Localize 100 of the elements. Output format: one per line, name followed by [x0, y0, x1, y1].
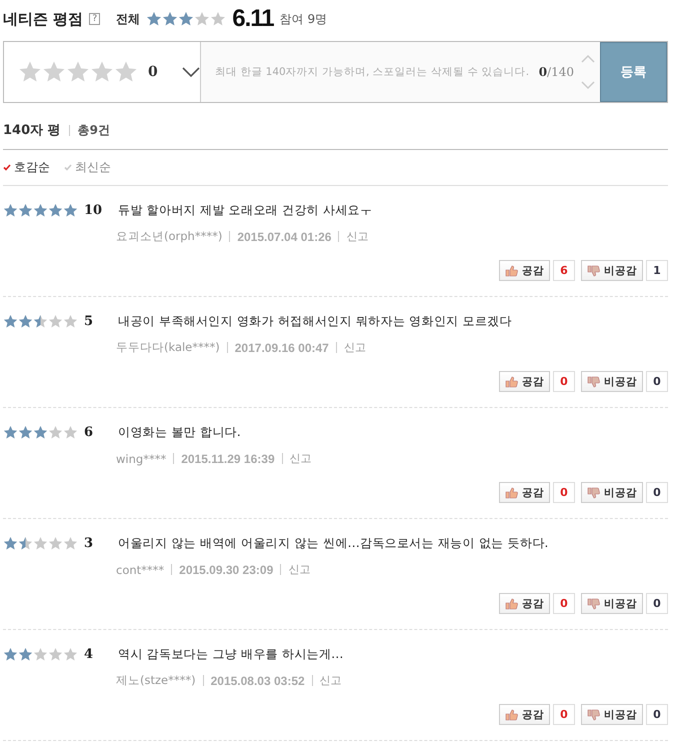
review-text: 듀발 할아버지 제발 오래오래 건강히 사세요ㅜ [118, 202, 372, 219]
total-count: 총9건 [78, 122, 110, 138]
dislike-button[interactable]: 비공감 [581, 371, 643, 392]
dislike-button[interactable]: 비공감 [581, 260, 643, 281]
author-name: 제노(stze****) [116, 673, 196, 688]
review-text: 이영화는 볼만 합니다. [118, 424, 242, 441]
star-icon [18, 536, 33, 551]
review-score: 3 [83, 536, 94, 551]
dislike-count: 0 [646, 593, 668, 614]
star-icon [178, 11, 194, 27]
star-icon [48, 647, 63, 662]
star-icon [33, 647, 48, 662]
star-icon [90, 60, 114, 84]
star-icon [63, 647, 78, 662]
review-score: 10 [83, 203, 104, 218]
review-date: 2017.09.16 00:47 [234, 340, 329, 354]
like-button[interactable]: 공감 [499, 593, 550, 614]
star-icon [114, 60, 138, 84]
review-text: 역시 감독보다는 그냥 배우를 하시는게... [118, 646, 344, 663]
star-icon [3, 425, 18, 440]
dislike-count: 1 [646, 260, 668, 281]
section-label: 140자 평 [3, 122, 61, 139]
thumbs-down-icon [587, 598, 600, 610]
star-icon [66, 60, 90, 84]
review-score: 4 [83, 647, 94, 662]
review-input[interactable]: 최대 한글 140자까지 가능하며, 스포일러는 삭제될 수 있습니다. [213, 65, 539, 79]
like-count: 6 [553, 260, 575, 281]
thumbs-down-icon [587, 376, 600, 388]
star-icon [63, 425, 78, 440]
review-text: 내공이 부족해서인지 영화가 허접해서인지 뭐하자는 영화인지 모르겠다 [118, 313, 512, 330]
thumbs-up-icon [505, 264, 518, 276]
author-name: 요괴소년(orph****) [116, 229, 222, 244]
star-icon [33, 425, 48, 440]
like-count: 0 [553, 371, 575, 392]
thumbs-down-icon [587, 486, 600, 498]
star-icon [18, 60, 42, 84]
like-count: 0 [553, 482, 575, 503]
star-icon [48, 314, 63, 329]
star-icon [18, 203, 33, 218]
dislike-count: 0 [646, 704, 668, 725]
review-score: 6 [83, 425, 94, 440]
check-icon [3, 164, 11, 171]
author-name: wing**** [116, 452, 166, 466]
rating-value: 0 [148, 64, 158, 80]
dislike-count: 0 [646, 482, 668, 503]
scope-label: 전체 [116, 10, 140, 28]
star-icon [48, 425, 63, 440]
review-date: 2015.11.29 16:39 [181, 452, 275, 466]
star-icon [3, 536, 18, 551]
participant-count: 참여 9명 [280, 10, 328, 28]
review-text: 어울리지 않는 배역에 어울리지 않는 씬에...감독으로서는 재능이 없는 듯하다. [118, 535, 549, 552]
star-icon [63, 314, 78, 329]
star-icon [3, 203, 18, 218]
star-icon [48, 536, 63, 551]
star-icon [3, 314, 18, 329]
thumbs-up-icon [505, 598, 518, 610]
review-score: 5 [83, 314, 94, 329]
thumbs-up-icon [505, 486, 518, 498]
dislike-button[interactable]: 비공감 [581, 704, 643, 725]
star-icon [3, 647, 18, 662]
review-date: 2015.08.03 03:52 [210, 674, 305, 688]
star-icon [210, 11, 226, 27]
help-icon[interactable]: ? [89, 13, 100, 25]
thumbs-down-icon [587, 264, 600, 276]
star-icon [18, 425, 33, 440]
dislike-button[interactable]: 비공감 [581, 593, 643, 614]
like-button[interactable]: 공감 [499, 260, 550, 281]
like-button[interactable]: 공감 [499, 704, 550, 725]
review-date: 2015.07.04 01:26 [237, 230, 332, 244]
review-date: 2015.09.30 23:09 [179, 562, 274, 576]
character-count: 0/140 [538, 65, 574, 79]
sort-option[interactable]: 최신순 [64, 159, 111, 176]
star-icon [63, 536, 78, 551]
author-name: 두두다다(kale****) [116, 340, 220, 355]
star-icon [33, 536, 48, 551]
star-icon [18, 647, 33, 662]
star-icon [63, 203, 78, 218]
like-button[interactable]: 공감 [499, 482, 550, 503]
like-button[interactable]: 공감 [499, 371, 550, 392]
star-icon [33, 203, 48, 218]
thumbs-up-icon [505, 708, 518, 720]
check-icon [64, 164, 72, 171]
thumbs-down-icon [587, 708, 600, 720]
like-count: 0 [553, 704, 575, 725]
dislike-count: 0 [646, 371, 668, 392]
star-icon [42, 60, 66, 84]
star-icon [162, 11, 178, 27]
sort-option[interactable]: 호감순 [3, 159, 50, 176]
dislike-button[interactable]: 비공감 [581, 482, 643, 503]
thumbs-up-icon [505, 376, 518, 388]
section-title: 네티즌 평점 [3, 10, 84, 28]
star-icon [146, 11, 162, 27]
like-count: 0 [553, 593, 575, 614]
star-icon [18, 314, 33, 329]
author-name: cont**** [116, 562, 164, 576]
star-icon [33, 314, 48, 329]
chevron-down-icon[interactable] [182, 67, 200, 77]
star-icon [194, 11, 210, 27]
star-icon [48, 203, 63, 218]
average-score: 6.11 [232, 5, 274, 33]
